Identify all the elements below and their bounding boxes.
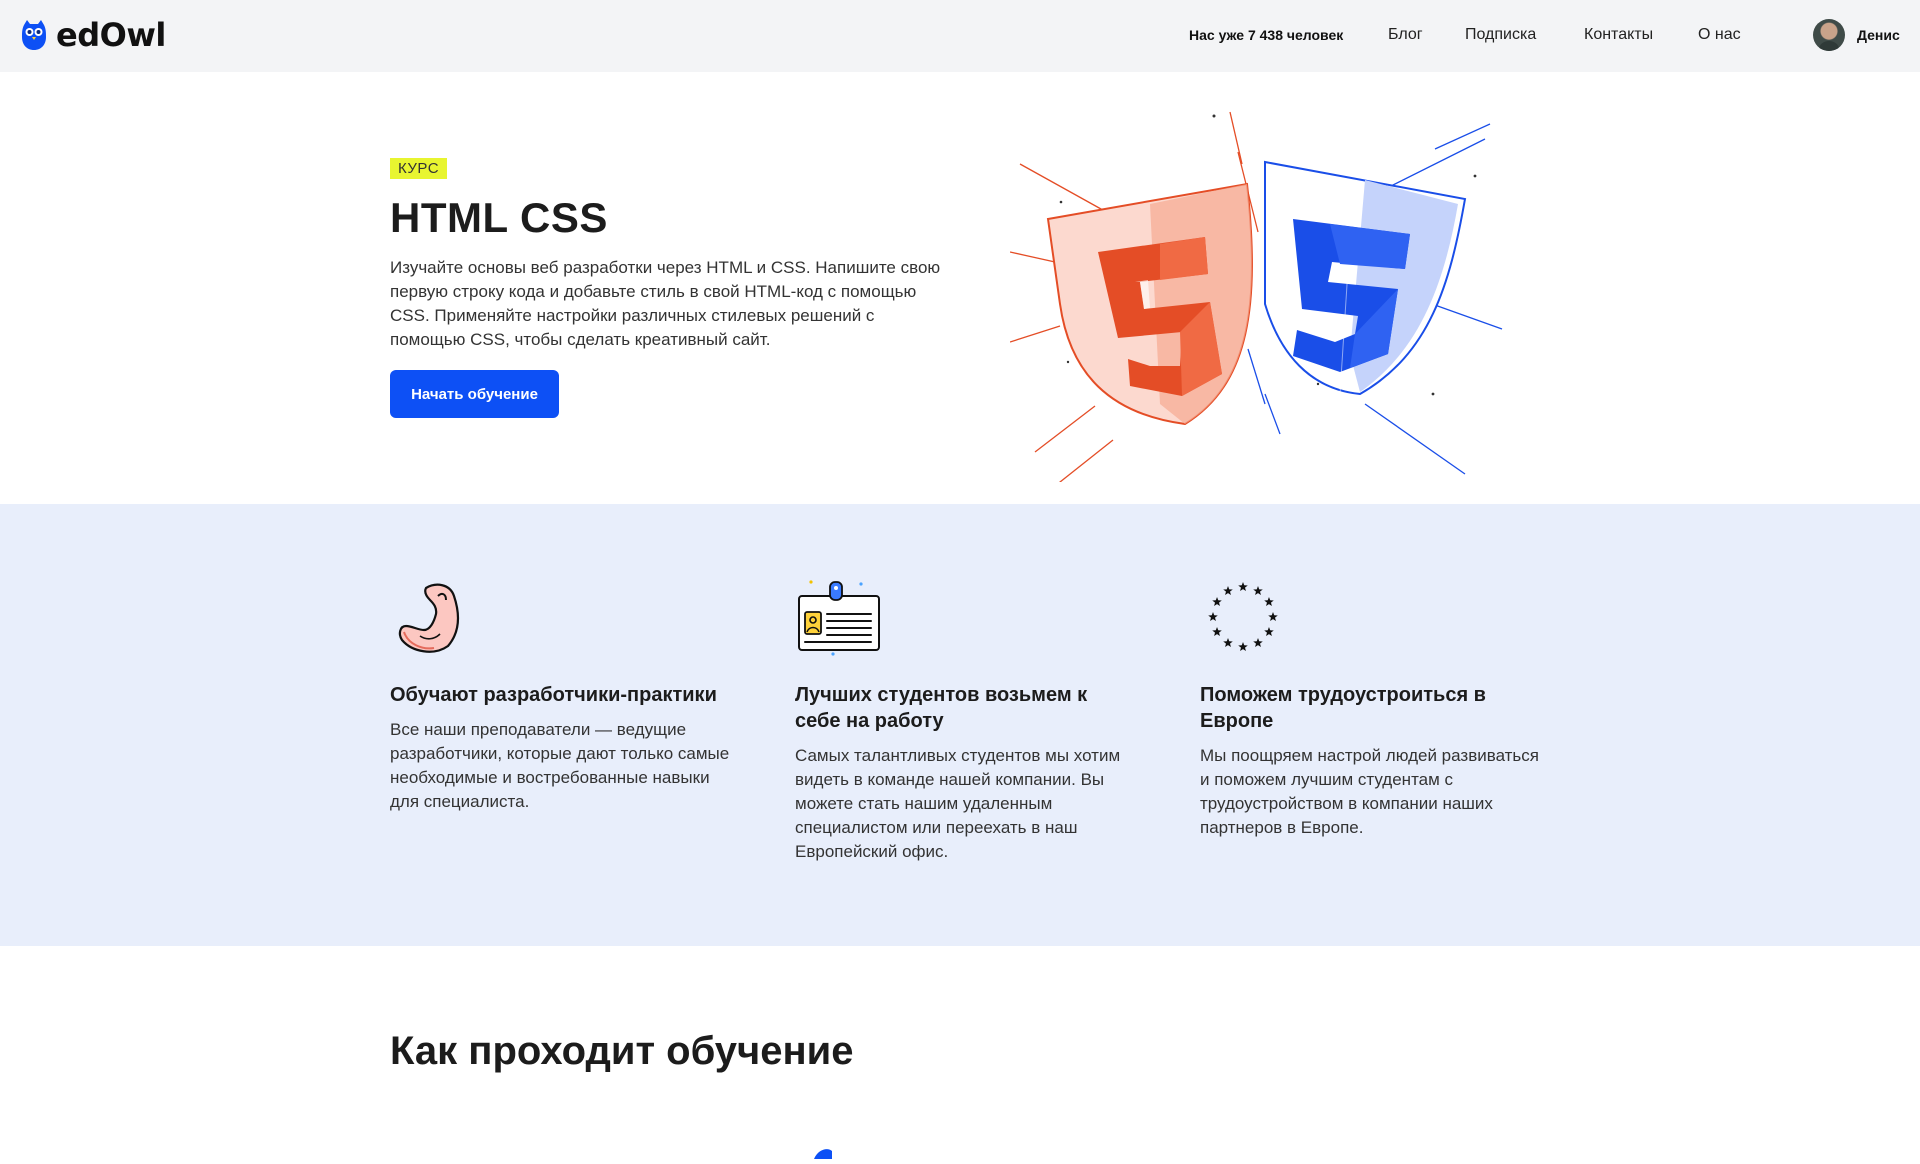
star-icon xyxy=(1253,586,1263,596)
feature-card: Обучают разработчики-практики Все наши п… xyxy=(390,574,730,814)
feature-text: Мы поощряем настрой людей развиваться и … xyxy=(1200,746,1539,837)
star-icon xyxy=(1223,586,1233,596)
id-badge-icon xyxy=(795,574,881,660)
flexed-arm-icon xyxy=(390,574,476,660)
nav-subscription[interactable]: Подписка xyxy=(1465,26,1536,44)
section-title: Как проходит обучение xyxy=(390,1029,854,1073)
course-description: Изучайте основы веб разработки через HTM… xyxy=(390,258,941,349)
owl-logo-icon xyxy=(20,18,48,52)
feature-text: Все наши преподаватели — ведущие разрабо… xyxy=(390,720,730,811)
hero-section: КУРС HTML CSS Изучайте основы веб разраб… xyxy=(0,72,1920,504)
site-header: edOwl Нас уже 7 438 человек Блог Подписк… xyxy=(0,0,1920,72)
start-learning-button[interactable]: Начать обучение xyxy=(390,370,559,418)
star-icon xyxy=(1208,612,1218,622)
star-icon xyxy=(1264,597,1274,607)
members-counter: Нас уже 7 438 человек xyxy=(1189,27,1344,43)
star-icon xyxy=(1238,642,1248,652)
feature-title: Лучших студентов возьмем к себе на работ… xyxy=(795,684,1088,732)
course-badge: КУРС xyxy=(390,158,448,179)
logo-text: edOwl xyxy=(56,16,166,54)
avatar xyxy=(1813,19,1845,51)
user-menu[interactable]: Денис xyxy=(1813,19,1900,51)
logo[interactable]: edOwl xyxy=(20,16,166,54)
feature-text: Самых талантливых студентов мы хотим вид… xyxy=(795,746,1121,861)
feature-card: Лучших студентов возьмем к себе на работ… xyxy=(795,574,1135,864)
feature-title: Поможем трудоустроиться в Европе xyxy=(1200,684,1486,732)
star-icon xyxy=(1253,637,1263,648)
star-icon xyxy=(1238,582,1248,592)
star-icon xyxy=(1212,597,1222,607)
eu-stars-icon xyxy=(1200,574,1286,660)
html-css-shields-illustration xyxy=(1009,104,1520,487)
nav-contacts[interactable]: Контакты xyxy=(1584,26,1653,44)
features-section: Обучают разработчики-практики Все наши п… xyxy=(0,504,1920,946)
how-it-works-section: Как проходит обучение xyxy=(0,946,1920,1159)
star-icon xyxy=(1212,627,1222,637)
feature-card: Поможем трудоустроиться в Европе Мы поощ… xyxy=(1200,574,1540,840)
star-icon xyxy=(1223,637,1233,648)
star-icon xyxy=(1264,627,1274,637)
course-title: HTML CSS xyxy=(390,194,608,241)
user-name: Денис xyxy=(1857,27,1900,43)
nav-blog[interactable]: Блог xyxy=(1388,26,1423,44)
feature-title: Обучают разработчики-практики xyxy=(390,684,717,706)
step-illustration-icon xyxy=(812,1145,834,1159)
star-icon xyxy=(1268,612,1278,622)
nav-about[interactable]: О нас xyxy=(1698,26,1741,44)
